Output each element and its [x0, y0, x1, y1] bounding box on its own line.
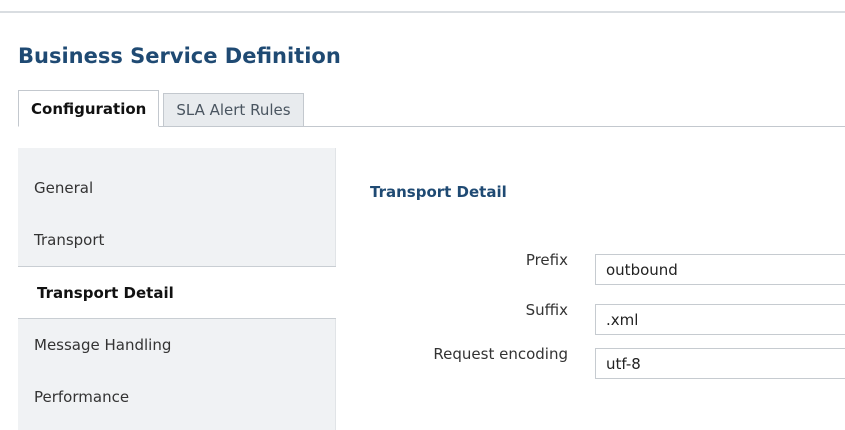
tab-bar: Configuration SLA Alert Rules: [18, 90, 304, 127]
tab-sla-alert-rules[interactable]: SLA Alert Rules: [163, 93, 304, 127]
request-encoding-label: Request encoding: [433, 345, 568, 363]
page: Business Service Definition Configuratio…: [0, 0, 845, 430]
sidebar-item-transport-detail[interactable]: Transport Detail: [18, 266, 336, 319]
sidebar: General Transport Transport Detail Messa…: [18, 148, 336, 430]
suffix-label: Suffix: [525, 301, 568, 319]
prefix-label: Prefix: [525, 251, 568, 269]
sidebar-item-transport[interactable]: Transport: [18, 214, 335, 266]
sidebar-nav: General Transport Transport Detail Messa…: [18, 162, 336, 423]
page-title: Business Service Definition: [18, 44, 341, 68]
request-encoding-row: Request encoding: [340, 341, 845, 379]
top-divider: [0, 11, 845, 13]
prefix-row: Prefix: [340, 247, 845, 285]
section-title: Transport Detail: [370, 183, 507, 201]
suffix-field[interactable]: [595, 304, 845, 335]
prefix-field[interactable]: [595, 254, 845, 285]
sidebar-item-message-handling[interactable]: Message Handling: [18, 319, 335, 371]
request-encoding-field[interactable]: [595, 348, 845, 379]
sidebar-item-performance[interactable]: Performance: [18, 371, 335, 423]
sidebar-item-general[interactable]: General: [18, 162, 335, 214]
suffix-row: Suffix: [340, 297, 845, 335]
tab-configuration[interactable]: Configuration: [18, 90, 160, 127]
